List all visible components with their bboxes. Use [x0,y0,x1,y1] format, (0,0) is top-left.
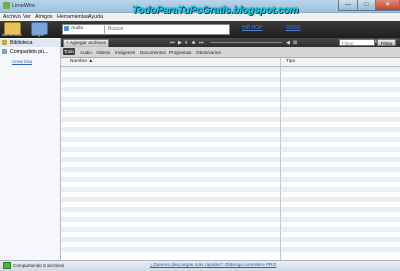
sharing-status: Compartiendo 8 archivos [13,263,65,268]
my-files-label[interactable]: Mis archivos [2,33,22,37]
player-progress-bar[interactable] [210,42,282,44]
column-divider [280,58,281,260]
search-divider [104,24,105,35]
menu-archivo[interactable]: Archivo [3,13,21,21]
menu-ayuda[interactable]: Ayuda [88,13,103,21]
tag-hip-hop[interactable]: HIP HOP [242,25,262,31]
column-header-name[interactable]: Nombre ▲ [70,59,93,64]
create-list-link[interactable]: Crear lista [12,59,32,64]
stop-icon[interactable]: ■ [192,40,195,46]
minimize-button[interactable]: — [338,0,358,11]
close-player-icon[interactable]: ⊠ [293,40,297,46]
filter-button[interactable]: Filtrar [377,39,396,46]
tag-rock[interactable]: ROCK [286,25,300,31]
column-header-type[interactable]: Tipo [286,59,295,64]
shared-icon [2,49,7,54]
audio-type-icon [64,26,69,31]
sidebar-item-shared[interactable]: Compartido pú... [10,49,48,55]
tab-audio[interactable]: Audio [80,50,92,55]
table-row [61,252,400,257]
watermark-text: TodoParaTuPcGratis.blogspot.com [132,4,299,16]
add-files-label: Agregar archivos [69,41,107,46]
menu-ver[interactable]: Ver [23,13,31,21]
pause-icon[interactable]: ⏸ [185,40,188,46]
sidebar-item-label[interactable]: Biblioteca [10,40,33,46]
tab-videos[interactable]: Videos [96,50,110,55]
friends-label[interactable]: Amigos [32,33,44,37]
previous-track-icon[interactable]: ⏮ [170,40,175,46]
pro-promo-link[interactable]: ¿Quieres descargas más rápidas? Obtenga … [150,263,276,268]
tab-other[interactable]: Otros/varios [196,50,221,55]
window-title: LimeWire [12,3,36,9]
next-track-icon[interactable]: ⏭ [199,40,204,46]
search-input[interactable] [108,25,226,33]
search-type-select[interactable]: Audio [71,26,83,31]
close-button[interactable]: ✕ [375,0,400,11]
column-name-label: Nombre [70,59,88,64]
tab-programs[interactable]: Programas [169,50,191,55]
menu-herramientas[interactable]: Herramientas [57,13,89,21]
maximize-button[interactable]: □ [357,0,376,11]
library-icon [2,40,7,45]
limewire-app-icon [3,2,10,9]
volume-icon[interactable]: ◀ [286,40,290,46]
filter-input[interactable]: Filtrar [339,39,375,46]
connection-signal-icon[interactable] [3,262,11,269]
tab-images[interactable]: Imágenes [115,50,135,55]
table-header [61,58,400,67]
tab-all[interactable]: Todo [63,48,75,55]
tab-documents[interactable]: Documentos [140,50,166,55]
sidebar [0,38,61,260]
play-icon[interactable]: ▶ [178,40,182,46]
sort-ascending-icon: ▲ [88,59,94,64]
category-tabs [61,47,400,58]
menu-amigos[interactable]: Amigos [35,13,53,21]
